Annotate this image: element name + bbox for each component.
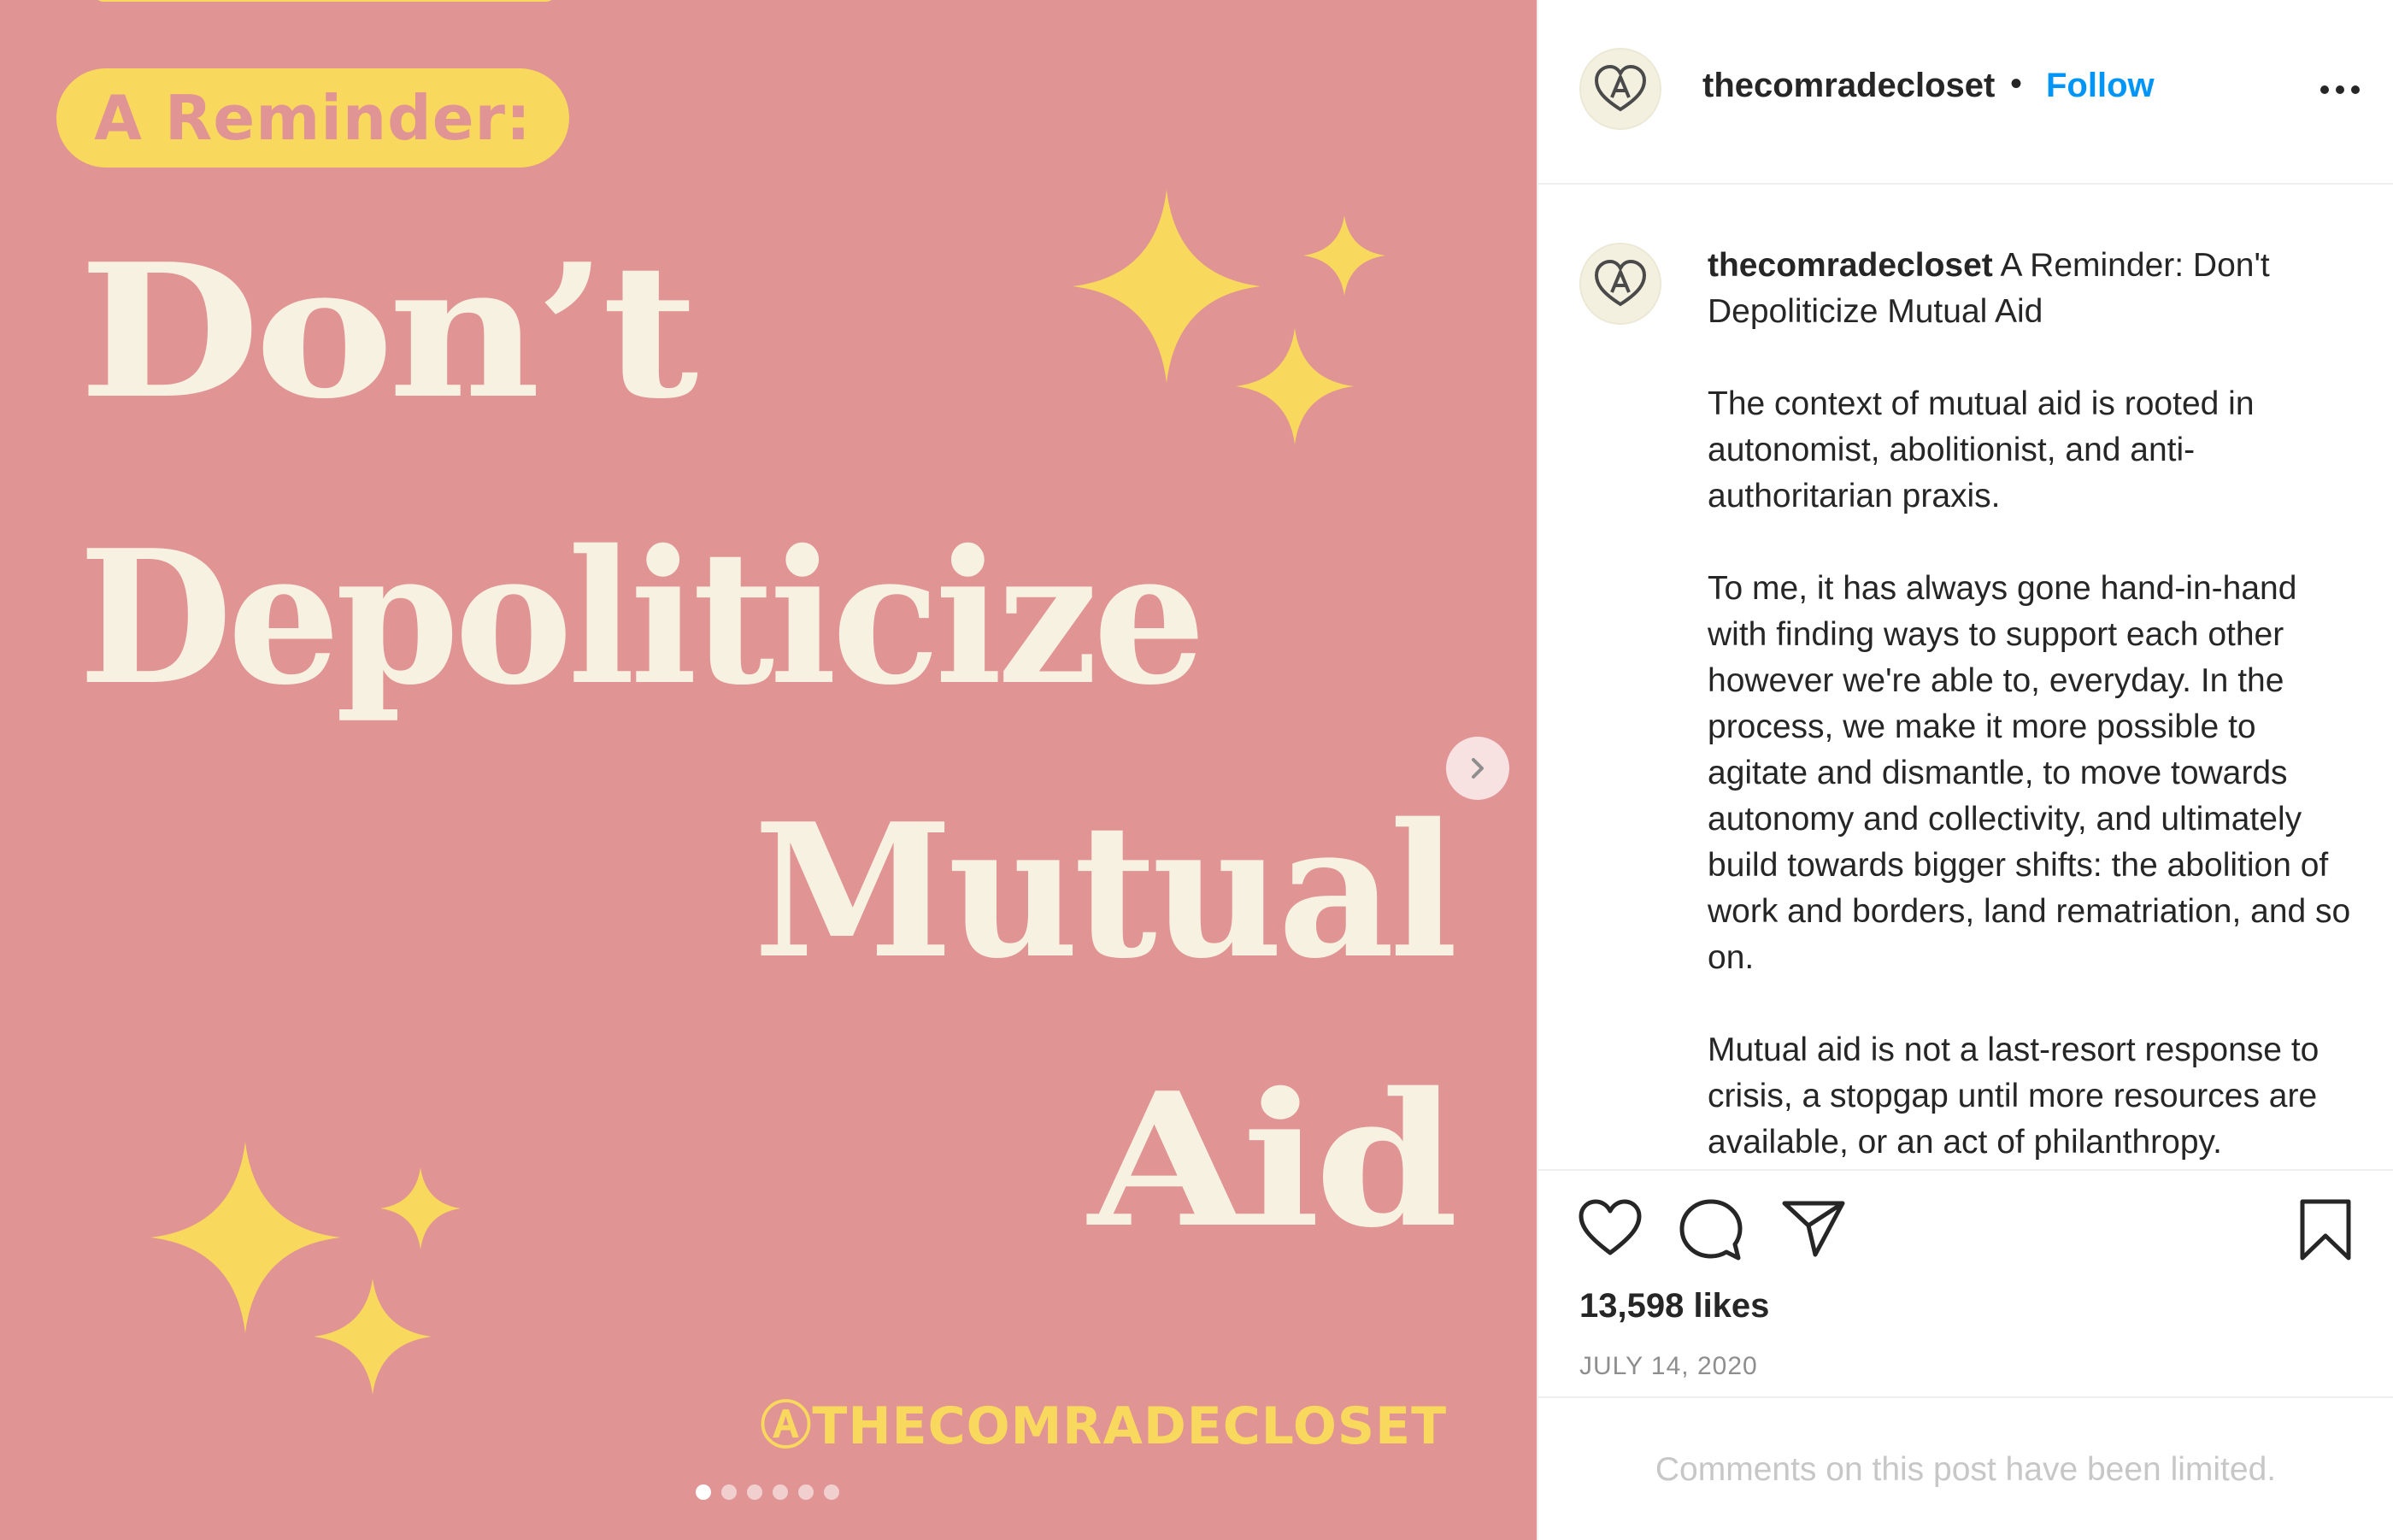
- post-caption: thecomradecloset A Reminder: Don't Depol…: [1708, 243, 2357, 1167]
- top-decoration: [94, 0, 556, 2]
- reminder-badge: A Reminder:: [56, 68, 569, 168]
- sparkle-small-top-icon: [1303, 215, 1385, 296]
- carousel-dot: [721, 1484, 737, 1500]
- anarchy-heart-icon: [1594, 64, 1647, 112]
- carousel-dot: [798, 1484, 814, 1500]
- caption-paragraph: To me, it has always gone hand-in-hand w…: [1708, 570, 2351, 976]
- caption-paragraph: Mutual aid is not a last-resort response…: [1708, 1032, 2320, 1161]
- carousel-dot: [696, 1484, 711, 1500]
- post-date[interactable]: JULY 14, 2020: [1579, 1352, 1758, 1381]
- comments-limited-notice: Comments on this post have been limited.: [1655, 1451, 2277, 1488]
- sparkle-small-bottom-icon: [380, 1167, 461, 1249]
- bookmark-icon[interactable]: [2297, 1198, 2354, 1261]
- caption-paragraph: The context of mutual aid is rooted in a…: [1708, 385, 2255, 514]
- post-image[interactable]: A Reminder: Don’t Depoliticize Mutual Ai…: [0, 0, 1537, 1540]
- more-options-icon[interactable]: [2314, 68, 2366, 111]
- sparkle-large-bottom-icon: [150, 1142, 340, 1333]
- caption-title-line: thecomradecloset A Reminder: Don't Depol…: [1708, 243, 2357, 335]
- sparkle-medium-bottom-icon: [314, 1278, 432, 1395]
- follow-button[interactable]: Follow: [2046, 67, 2155, 105]
- comment-icon[interactable]: [1679, 1198, 1743, 1261]
- header-username[interactable]: thecomradecloset: [1702, 67, 1995, 105]
- headline-word-4: Aid: [1088, 1052, 1458, 1268]
- image-handle: ⒶTHECOMRADECLOSET: [760, 1396, 1447, 1456]
- carousel-dot: [773, 1484, 788, 1500]
- anarchy-heart-icon: [1594, 259, 1647, 307]
- caption-scroll-area[interactable]: thecomradecloset A Reminder: Don't Depol…: [1538, 186, 2393, 1167]
- carousel-indicator: [696, 1484, 839, 1500]
- share-icon[interactable]: [1781, 1198, 1846, 1258]
- chevron-right-icon: [1472, 758, 1484, 779]
- headline-word-3: Mutual: [753, 783, 1458, 999]
- instagram-post: A Reminder: Don’t Depoliticize Mutual Ai…: [0, 0, 2393, 1540]
- post-header: thecomradecloset • Follow: [1538, 0, 2393, 185]
- avatar[interactable]: [1579, 243, 1661, 325]
- likes-count[interactable]: 13,598 likes: [1579, 1287, 1769, 1325]
- carousel-dot: [824, 1484, 839, 1500]
- header-separator: •: [2010, 65, 2023, 103]
- heart-icon[interactable]: [1578, 1198, 1643, 1258]
- next-slide-button[interactable]: [1446, 737, 1509, 800]
- post-side-panel: thecomradecloset • Follow thecomradeclos…: [1537, 0, 2393, 1540]
- sparkle-medium-top-icon: [1236, 328, 1354, 444]
- caption-username[interactable]: thecomradecloset: [1708, 247, 1993, 284]
- avatar[interactable]: [1579, 48, 1661, 130]
- carousel-dot: [747, 1484, 762, 1500]
- post-actions: 13,598 likes JULY 14, 2020: [1538, 1169, 2393, 1398]
- sparkle-large-top-icon: [1073, 190, 1261, 383]
- headline-word-2: Depoliticize: [79, 509, 1206, 726]
- headline-word-1: Don’t: [79, 223, 698, 439]
- reminder-label: A Reminder:: [94, 82, 532, 154]
